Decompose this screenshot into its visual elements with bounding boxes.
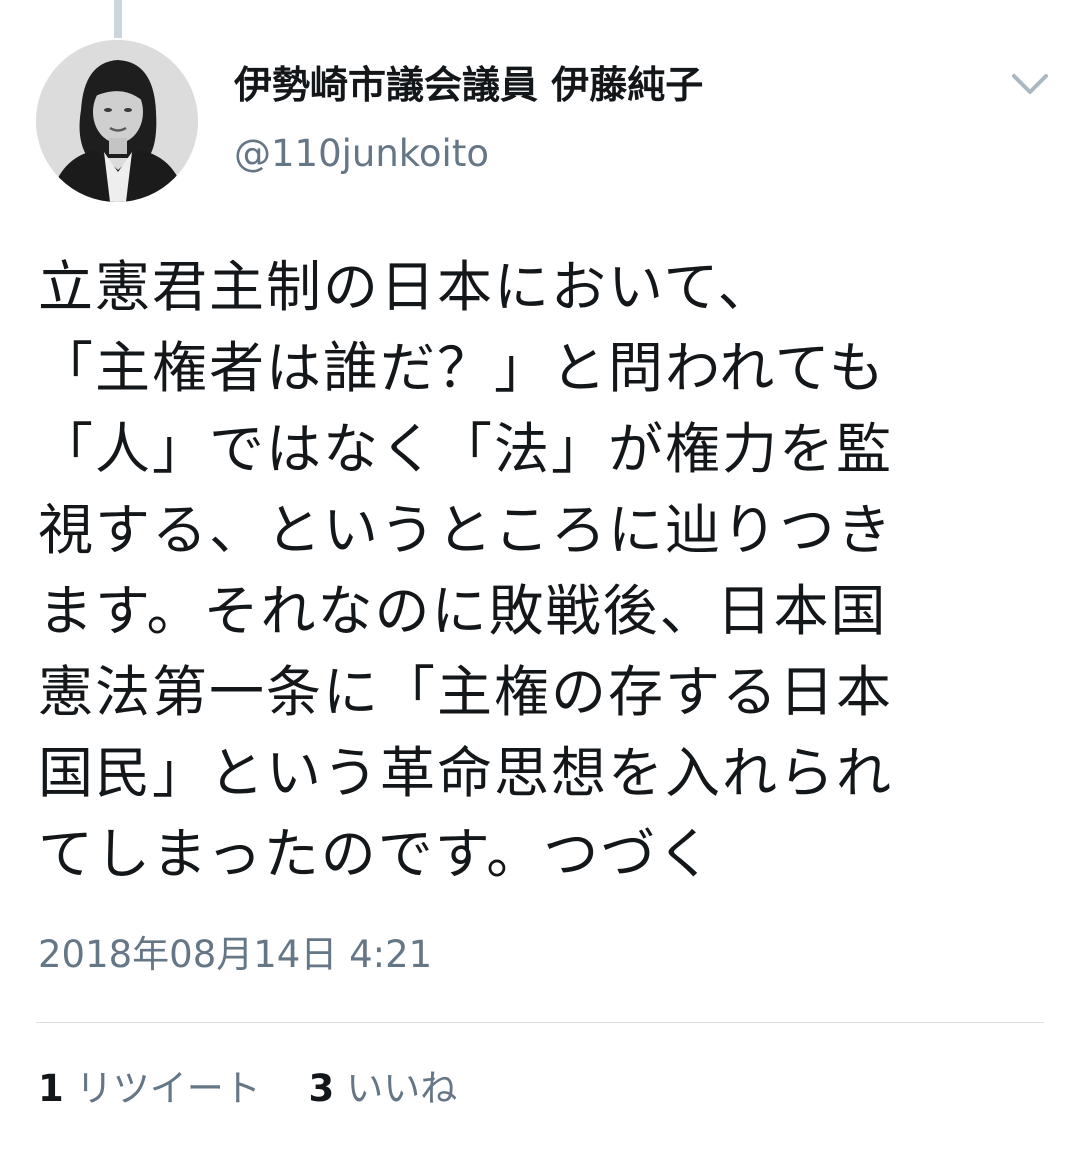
- avatar[interactable]: [36, 40, 198, 202]
- like-count: 3: [308, 1067, 335, 1110]
- profile-photo: [36, 40, 198, 202]
- divider: [36, 1022, 1044, 1023]
- author-display-name[interactable]: 伊勢崎市議会議員 伊藤純子: [234, 66, 703, 104]
- like-label: いいね: [346, 1067, 458, 1110]
- chevron-down-icon[interactable]: [1008, 66, 1052, 106]
- tweet-stats: 1 リツイート 3 いいね: [38, 1070, 493, 1107]
- thread-connector-line: [114, 0, 122, 38]
- like-count-link[interactable]: 3 いいね: [309, 1070, 458, 1107]
- retweet-count: 1: [38, 1067, 64, 1110]
- tweet-timestamp[interactable]: 2018年08月14日 4:21: [38, 936, 432, 973]
- retweet-label: リツイート: [75, 1067, 261, 1110]
- retweet-count-link[interactable]: 1 リツイート: [38, 1070, 261, 1107]
- author-handle[interactable]: @110junkoito: [234, 135, 489, 172]
- tweet-text: 立憲君主制の日本において、 「主権者は誰だ？」と問われても 「人」ではなく「法」…: [38, 255, 894, 886]
